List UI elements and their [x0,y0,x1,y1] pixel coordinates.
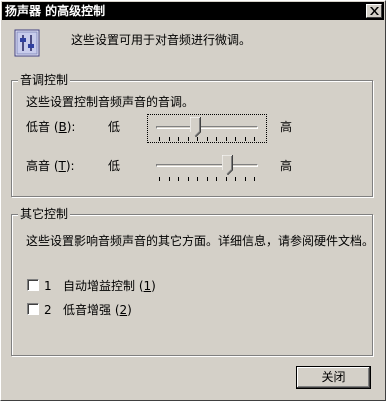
advanced-controls-dialog: 扬声器 的高级控制 这些设置可用于对音频进行微调。 音调控制 这些设置控制音频声… [0,0,386,401]
header-description: 这些设置可用于对音频进行微调。 [71,33,252,47]
treble-label: 高音 (T): [26,159,75,173]
slider-tick [254,137,255,141]
slider-tick [226,177,227,181]
bass-boost-checkbox[interactable] [27,303,39,315]
slider-tick [169,137,170,141]
title-close-button[interactable] [366,4,382,18]
other-group-label: 其它控制 [18,207,71,221]
slider-tick [188,137,189,141]
slider-tick [178,177,179,181]
slider-tick [235,137,236,141]
slider-tick [169,177,170,181]
slider-tick [216,137,217,141]
other-description: 这些设置影响音频声音的其它方面。详细信息，请参阅硬件文档。 [26,234,375,248]
slider-tick [207,177,208,181]
slider-tick [254,177,255,181]
treble-slider-ticks [159,177,255,181]
tone-group-label: 音调控制 [18,73,71,87]
slider-tick [216,177,217,181]
auto-gain-number: 1 [44,279,52,293]
slider-tick [245,177,246,181]
slider-tick [178,137,179,141]
bass-low-label: 低 [108,120,121,134]
slider-tick [245,137,246,141]
slider-tick [197,137,198,141]
slider-tick [197,177,198,181]
treble-low-label: 低 [108,159,121,173]
bass-boost-label[interactable]: 低音增强 (2) [63,303,132,317]
title-bar: 扬声器 的高级控制 [2,2,384,20]
treble-high-label: 高 [280,159,293,173]
slider-tick [207,137,208,141]
bass-slider-ticks [159,137,255,141]
bass-high-label: 高 [280,120,293,134]
bass-boost-number: 2 [44,303,52,317]
treble-slider-thumb[interactable] [222,155,233,175]
auto-gain-checkbox[interactable] [27,279,39,291]
auto-gain-label[interactable]: 自动增益控制 (1) [63,279,156,293]
close-button[interactable]: 关闭 [296,366,371,389]
slider-tick [159,137,160,141]
slider-tick [159,177,160,181]
slider-tick [235,177,236,181]
tone-description: 这些设置控制音频声音的音调。 [26,95,195,109]
close-icon [370,7,379,15]
window-title: 扬声器 的高级控制 [5,4,106,18]
slider-tick [226,137,227,141]
speaker-settings-icon [14,29,40,57]
slider-tick [188,177,189,181]
treble-slider-track [156,164,258,167]
bass-slider-track [156,126,258,129]
bass-label: 低音 (B): [26,120,76,134]
bass-slider-thumb[interactable] [190,117,201,137]
